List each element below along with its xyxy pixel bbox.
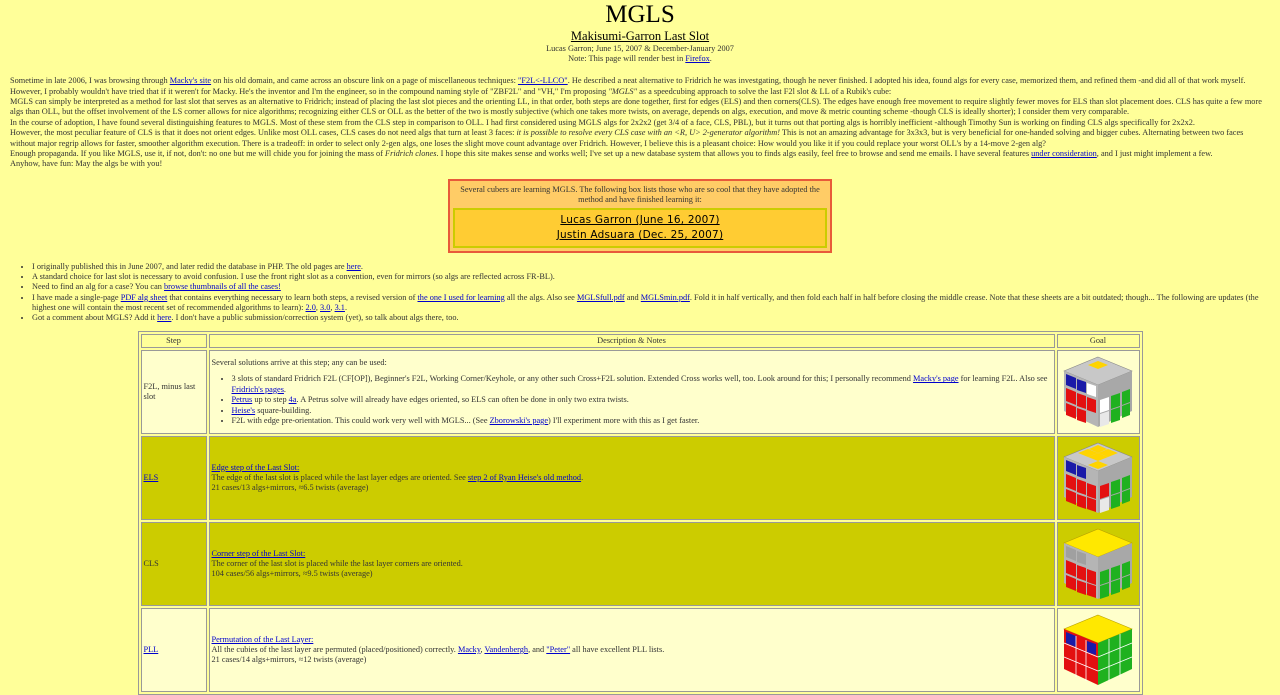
f2l-llco-link[interactable]: "F2L<-LLCO"	[518, 76, 568, 85]
intro-text: Sometime in late 2006, I was browsing th…	[10, 76, 1270, 169]
browse-thumbnails-link[interactable]: browse thumbnails of all the cases!	[164, 282, 281, 291]
peter-link[interactable]: "Peter"	[546, 645, 570, 654]
learner-name: Lucas Garron (June 16, 2007)	[560, 214, 720, 227]
step-description: Corner step of the Last Slot: The corner…	[208, 522, 1055, 607]
under-consideration-link[interactable]: under consideration	[1031, 149, 1097, 158]
intro-paragraph-1: Sometime in late 2006, I was browsing th…	[10, 76, 1246, 96]
step-stats: 104 cases/56 algs+mirrors, ≈9.5 twists (…	[211, 569, 373, 579]
step-description: Several solutions arrive at this step; a…	[208, 350, 1055, 435]
pdf-alg-sheet-link[interactable]: PDF alg sheet	[121, 293, 168, 302]
ryan-heise-step2-link[interactable]: step 2 of Ryan Heise's old method	[468, 473, 581, 482]
cls-cube-icon	[1063, 528, 1133, 600]
table-row: CLS Corner step of the Last Slot: The co…	[140, 522, 1140, 607]
goal-cell	[1056, 522, 1140, 607]
pll-title-link[interactable]: Permutation of the Last Layer:	[212, 635, 314, 644]
firefox-link[interactable]: Firefox	[685, 54, 709, 63]
solution-list: 3 slots of standard Fridrich F2L (CF[OP]…	[212, 374, 1052, 426]
column-header-step: Step	[140, 333, 207, 349]
list-item: I originally published this in June 2007…	[32, 262, 1270, 272]
column-header-description: Description & Notes	[208, 333, 1055, 349]
table-header-row: Step Description & Notes Goal	[140, 333, 1140, 349]
petrus-link[interactable]: Petrus	[232, 395, 253, 404]
step-stats: 21 cases/13 algs+mirrors, ≈6.5 twists (a…	[211, 483, 369, 493]
els-step-link[interactable]: ELS	[144, 473, 159, 482]
learners-list: Lucas Garron (June 16, 2007) Justin Adsu…	[453, 208, 827, 248]
intro-paragraph-5: Enough propaganda. If you like MGLS, use…	[10, 148, 1213, 158]
step-4a-link[interactable]: 4a	[289, 395, 297, 404]
intro-paragraph-2: MGLS can simply be interpreted as a meth…	[10, 97, 1262, 117]
list-item: 3 slots of standard Fridrich F2L (CF[OP]…	[232, 374, 1052, 395]
steps-table: Step Description & Notes Goal F2L, minus…	[137, 330, 1143, 695]
list-item: I have made a single-page PDF alg sheet …	[32, 293, 1270, 314]
page-header: MGLS Makisumi-Garron Last Slot Lucas Gar…	[10, 1, 1270, 64]
learner-name: Justin Adsuara (Dec. 25, 2007)	[556, 228, 724, 241]
learners-note: Several cubers are learning MGLS. The fo…	[460, 184, 820, 204]
list-item: Petrus up to step 4a. A Petrus solve wil…	[232, 395, 1052, 405]
step-name: F2L, minus last slot	[140, 350, 207, 435]
intro-paragraph-6: Anyhow, have fun: May the algs be with y…	[10, 159, 163, 169]
page-subtitle: Makisumi-Garron Last Slot	[570, 29, 710, 44]
list-item: F2L with edge pre-orientation. This coul…	[232, 416, 1052, 426]
table-row: PLL Permutation of the Last Layer: All t…	[140, 608, 1140, 693]
heises-link[interactable]: Heise's	[232, 406, 256, 415]
pll-step-link[interactable]: PLL	[144, 645, 159, 654]
pll-cube-icon	[1063, 614, 1133, 686]
step-description: Permutation of the Last Layer: All the c…	[208, 608, 1055, 693]
mackys-page-link[interactable]: Macky's page	[913, 374, 959, 383]
fridrichs-pages-link[interactable]: Fridrich's pages	[232, 385, 284, 394]
learning-sheet-link[interactable]: the one I used for learning	[417, 293, 504, 302]
f2l-cube-icon	[1063, 356, 1133, 428]
byline: Lucas Garron; June 15, 2007 & December-J…	[546, 43, 734, 53]
intro-paragraph-3: In the course of adoption, I have found …	[10, 117, 1195, 127]
comment-here-link[interactable]: here	[157, 313, 171, 322]
step-name: PLL	[140, 608, 207, 693]
version-2-0-link[interactable]: 2.0	[306, 303, 316, 312]
version-3-1-link[interactable]: 3.1	[335, 303, 345, 312]
vandenbergh-link[interactable]: Vandenbergh	[484, 645, 528, 654]
step-description: Edge step of the Last Slot: The edge of …	[208, 436, 1055, 521]
mglsmin-pdf-link[interactable]: MGLSmin.pdf	[641, 293, 690, 302]
macky-pll-link[interactable]: Macky	[458, 645, 481, 654]
mackys-site-link[interactable]: Macky's site	[170, 76, 211, 85]
cls-title-link[interactable]: Corner step of the Last Slot:	[212, 549, 306, 558]
intro-paragraph-4: However, the most peculiar feature of CL…	[10, 128, 1244, 148]
render-note: Note: This page will render best in Fire…	[568, 53, 712, 63]
list-item: Got a comment about MGLS? Add it here. I…	[32, 313, 1270, 323]
learners-box: Several cubers are learning MGLS. The fo…	[448, 178, 832, 253]
step-name: ELS	[140, 436, 207, 521]
notes-list: I originally published this in June 2007…	[10, 262, 1270, 324]
table-row: ELS Edge step of the Last Slot: The edge…	[140, 436, 1140, 521]
zborowskis-page-link[interactable]: Zborowski's page	[490, 416, 548, 425]
column-header-goal: Goal	[1056, 333, 1140, 349]
goal-cell	[1056, 608, 1140, 693]
mglsfull-pdf-link[interactable]: MGLSfull.pdf	[577, 293, 625, 302]
step-stats: 21 cases/14 algs+mirrors, ≈12 twists (av…	[211, 655, 367, 665]
goal-cell	[1056, 436, 1140, 521]
goal-cell	[1056, 350, 1140, 435]
list-item: Heise's square-building.	[232, 406, 1052, 416]
old-pages-link[interactable]: here	[347, 262, 361, 271]
step-name: CLS	[140, 522, 207, 607]
table-row: F2L, minus last slot Several solutions a…	[140, 350, 1140, 435]
els-title-link[interactable]: Edge step of the Last Slot:	[212, 463, 300, 472]
page-title: MGLS	[605, 1, 675, 28]
els-cube-icon	[1063, 442, 1133, 514]
list-item: A standard choice for last slot is neces…	[32, 272, 1270, 282]
list-item: Need to find an alg for a case? You can …	[32, 282, 1270, 292]
version-3-0-link[interactable]: 3.0	[320, 303, 330, 312]
